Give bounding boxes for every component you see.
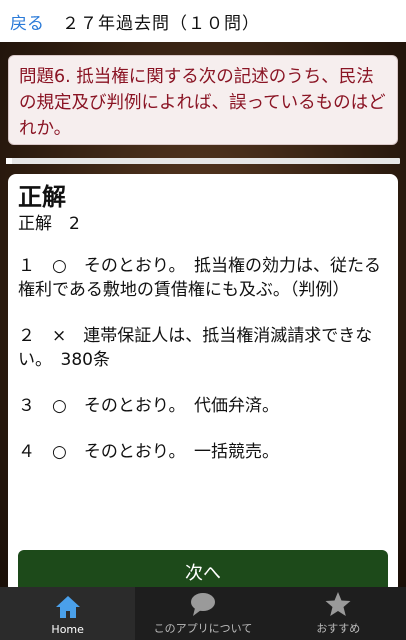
correct-answer: 正解 2 xyxy=(18,214,80,234)
star-icon xyxy=(325,592,351,616)
nav-home[interactable]: Home xyxy=(0,587,136,640)
answer-card: 正解 正解 2 １ ○ そのとおり。 抵当権の効力は、従たる権利である敷地の賃借… xyxy=(8,174,398,594)
top-bar: 戻る ２７年過去問（１０問） xyxy=(0,0,406,42)
explanation-item-1: １ ○ そのとおり。 抵当権の効力は、従たる権利である敷地の賃借権にも及ぶ。（判… xyxy=(18,256,381,300)
explanation-item-4: ４ ○ そのとおり。 一括競売。 xyxy=(18,442,279,462)
divider-marker xyxy=(6,158,12,164)
answer-heading: 正解 xyxy=(18,183,66,211)
nav-about[interactable]: このアプリについて xyxy=(135,587,270,640)
nav-recommend-label: おすすめ xyxy=(316,622,361,635)
nav-recommend[interactable]: おすすめ xyxy=(271,587,406,640)
explanation-item-2: ２ × 連帯保証人は、抵当権消滅請求できない。 380条 xyxy=(18,326,373,370)
question-text: 問題6. 抵当権に関する次の記述のうち、民法の規定及び判例によれば、誤っているも… xyxy=(19,67,386,139)
speech-bubble-icon xyxy=(190,593,215,616)
page-title: ２７年過去問（１０問） xyxy=(62,13,260,34)
back-button[interactable]: 戻る xyxy=(10,9,44,34)
nav-home-label: Home xyxy=(51,623,84,636)
nav-about-label: このアプリについて xyxy=(153,622,253,635)
progress-divider xyxy=(6,158,400,164)
explanation-item-3: ３ ○ そのとおり。 代価弁済。 xyxy=(18,396,279,416)
question-box: 問題6. 抵当権に関する次の記述のうち、民法の規定及び判例によれば、誤っているも… xyxy=(8,55,398,145)
bottom-nav: Home このアプリについて おすすめ xyxy=(0,587,406,640)
home-icon xyxy=(55,596,80,618)
